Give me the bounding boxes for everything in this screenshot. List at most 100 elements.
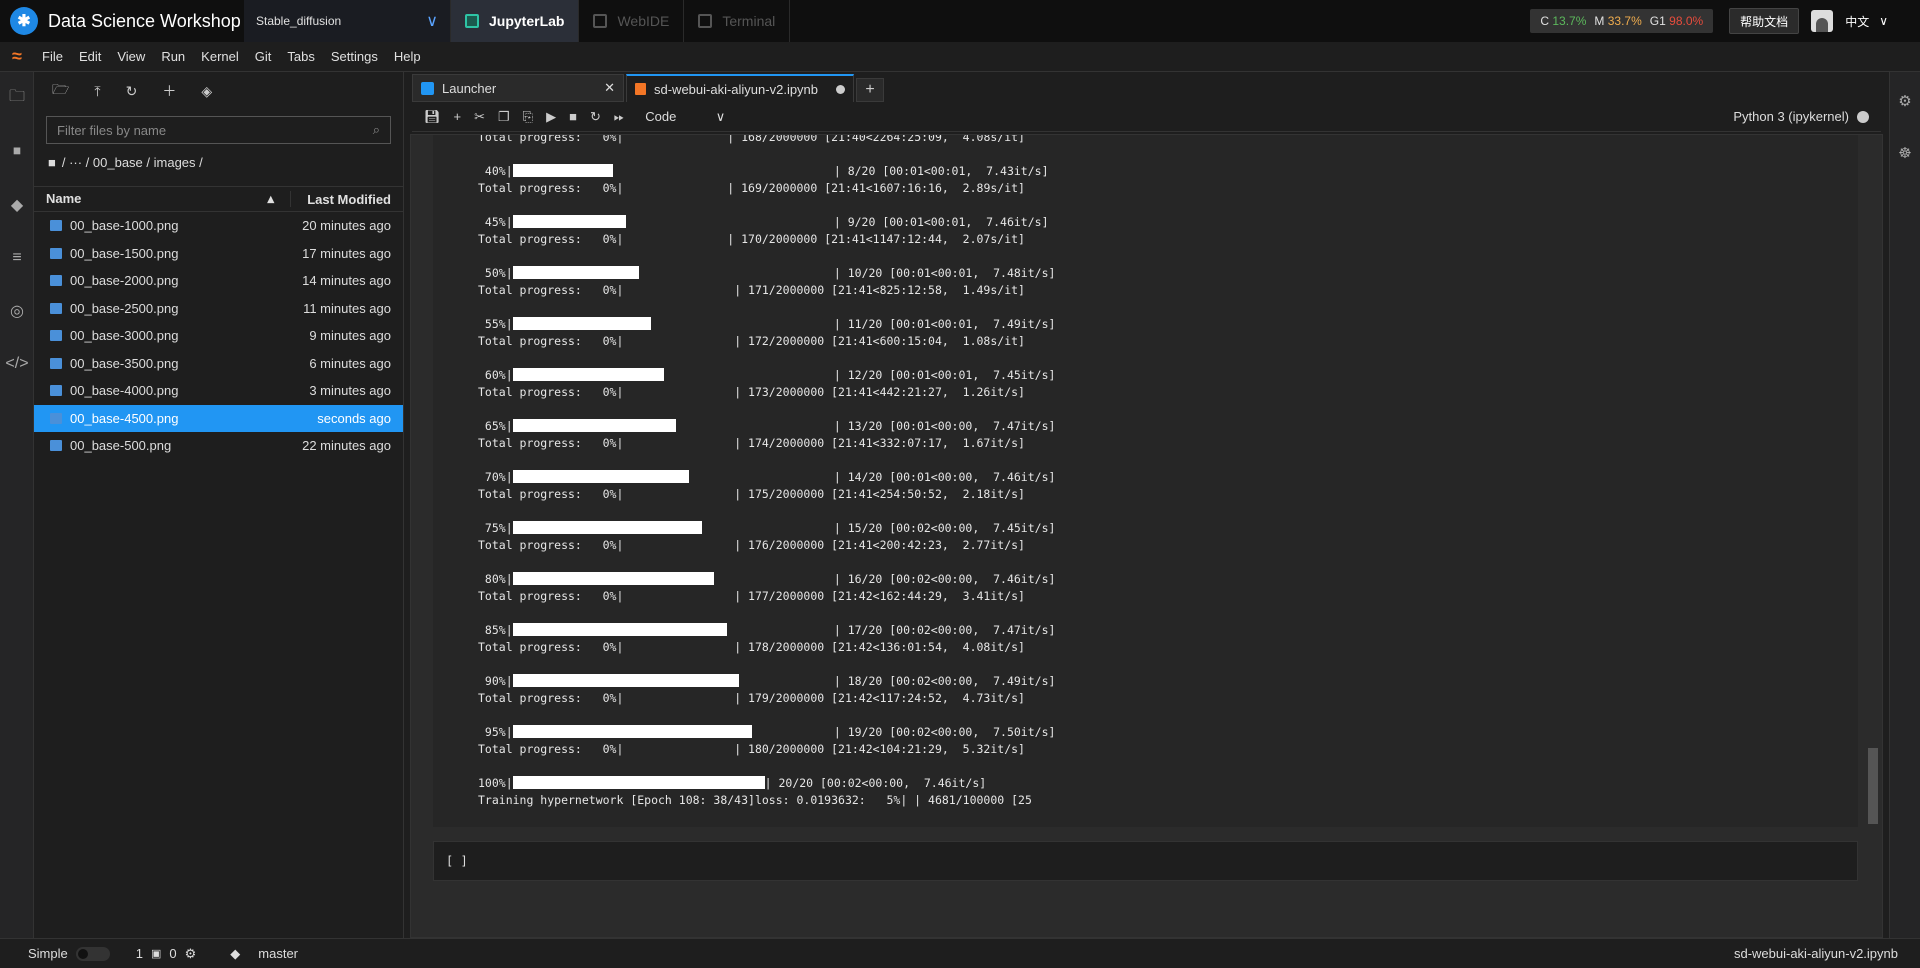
image-file-icon [50, 385, 62, 397]
debugger-icon[interactable]: ☸ [1890, 130, 1920, 176]
output-text: Total progress: 0%| [478, 334, 624, 348]
menu-view[interactable]: View [109, 49, 153, 64]
file-row[interactable]: 00_base-1500.png 17 minutes ago [34, 240, 403, 268]
menu-settings[interactable]: Settings [323, 49, 386, 64]
chevron-down-icon: ∨ [1879, 14, 1888, 28]
terminal-count[interactable]: 1 [136, 946, 143, 961]
new-tab-button[interactable]: + [856, 78, 884, 102]
file-search-input[interactable]: Filter files by name ⌕ [46, 116, 391, 144]
output-text: 80%| [478, 572, 513, 586]
plus-icon[interactable]: ＋ [162, 81, 176, 101]
kernel-indicator[interactable]: Python 3 (ipykernel) [1733, 109, 1869, 124]
output-line: Total progress: 0%| | 180/2000000 [21:42… [478, 741, 1055, 758]
add-cell-icon[interactable]: + [454, 109, 462, 124]
file-row[interactable]: 00_base-2000.png 14 minutes ago [34, 267, 403, 295]
git-clone-icon[interactable]: ◈ [201, 83, 212, 100]
avatar[interactable] [1811, 10, 1834, 32]
list-icon[interactable]: ≡ [0, 231, 34, 284]
output-line: Total progress: 0%| | 178/2000000 [21:42… [478, 639, 1055, 656]
file-row[interactable]: 00_base-2500.png 11 minutes ago [34, 295, 403, 323]
code-icon[interactable]: </> [0, 337, 34, 390]
tab-jupyterlab[interactable]: JupyterLab [451, 0, 580, 42]
refresh-icon[interactable]: ↻ [126, 83, 138, 100]
output-line: Total progress: 0%| | 168/2000000 [21:40… [478, 135, 1055, 146]
progress-bar [512, 776, 765, 789]
run-icon[interactable]: ▶ [546, 109, 556, 125]
tab-launcher[interactable]: Launcher ✕ [412, 74, 624, 102]
cut-icon[interactable]: ✂ [474, 109, 485, 125]
input-cell[interactable]: [ ] [433, 841, 1858, 881]
output-text: | 171/2000000 [21:41<825:12:58, 1.49s/it… [734, 283, 1025, 297]
output-gap [623, 691, 734, 705]
file-row[interactable]: 00_base-3500.png 6 minutes ago [34, 350, 403, 378]
output-line: 75%| | 15/20 [00:02<00:00, 7.45it/s] [478, 520, 1055, 537]
column-name[interactable]: Name ▴ [34, 191, 291, 207]
stop-icon[interactable]: ■ [569, 109, 577, 124]
upload-icon[interactable]: ⤒ [94, 83, 100, 100]
output-line: Total progress: 0%| | 179/2000000 [21:42… [478, 690, 1055, 707]
menu-kernel[interactable]: Kernel [193, 49, 247, 64]
unsaved-dot-icon[interactable] [836, 84, 845, 94]
job-icon[interactable]: ◎ [0, 284, 34, 337]
save-icon[interactable]: 💾︎ [424, 109, 441, 125]
gpu-value: 98.0% [1669, 14, 1704, 28]
environment-select[interactable]: Stable_diffusion ∨ [244, 0, 451, 42]
tab-notebook[interactable]: sd-webui-aki-aliyun-v2.ipynb [626, 74, 854, 102]
new-folder-icon[interactable]: 🗁 [52, 79, 69, 103]
git-branch[interactable]: master [258, 946, 298, 961]
menu-tabs[interactable]: Tabs [279, 49, 322, 64]
fast-forward-icon[interactable]: ⏩︎ [614, 109, 624, 125]
notebook-area: Total progress: 0%| | 168/2000000 [21:40… [410, 134, 1883, 938]
menu-git[interactable]: Git [247, 49, 280, 64]
restart-icon[interactable]: ↻ [590, 109, 601, 125]
output-gap [765, 470, 834, 484]
git-branch-icon: ◆ [230, 945, 241, 961]
scrollbar-thumb[interactable] [1868, 748, 1878, 824]
menu-run[interactable]: Run [153, 49, 193, 64]
file-name: 00_base-1500.png [70, 245, 179, 261]
breadcrumb[interactable]: ■ / ··· / 00_base / images / [34, 144, 403, 180]
image-file-icon [50, 302, 62, 314]
copy-icon[interactable]: ❐ [498, 109, 510, 125]
kernel-status-icon [1857, 110, 1869, 123]
menu-help[interactable]: Help [386, 49, 429, 64]
simple-mode-toggle[interactable] [75, 946, 110, 961]
file-row[interactable]: 00_base-3000.png 9 minutes ago [34, 322, 403, 350]
tab-webide[interactable]: WebIDE [579, 0, 685, 42]
stop-icon[interactable]: ⏹ [0, 125, 34, 178]
output-text: | 174/2000000 [21:41<332:07:17, 1.67it/s… [734, 436, 1025, 450]
column-modified[interactable]: Last Modified [291, 192, 403, 207]
output-text: 100%| [478, 776, 513, 790]
file-row[interactable]: 00_base-500.png 22 minutes ago [34, 432, 403, 460]
help-docs-button[interactable]: 帮助文档 [1729, 8, 1800, 34]
file-row[interactable]: 00_base-1000.png 20 minutes ago [34, 212, 403, 240]
file-modified: 9 minutes ago [309, 328, 391, 344]
output-line: Training hypernetwork [Epoch 108: 38/43]… [478, 792, 1055, 809]
output-gap [623, 181, 727, 195]
file-row[interactable]: 00_base-4000.png 3 minutes ago [34, 377, 403, 405]
paste-icon[interactable]: ⎘ [523, 109, 533, 125]
progress-bar [512, 623, 727, 636]
tab-terminal[interactable]: Terminal [684, 0, 791, 42]
kernel-count[interactable]: 0 [169, 946, 176, 961]
menu-edit[interactable]: Edit [71, 49, 109, 64]
image-file-icon [50, 412, 62, 424]
menu-file[interactable]: File [34, 49, 71, 64]
output-text: | 177/2000000 [21:42<162:44:29, 3.41it/s… [734, 589, 1025, 603]
language-label: 中文 [1845, 14, 1870, 29]
output-line: Total progress: 0%| | 176/2000000 [21:41… [478, 537, 1055, 554]
close-icon[interactable]: ✕ [604, 80, 615, 96]
file-row[interactable]: 00_base-4500.png seconds ago [34, 404, 403, 432]
folder-icon[interactable]: 🗀 [0, 72, 34, 125]
git-icon[interactable]: ◆ [0, 178, 34, 231]
mem-label: M [1594, 14, 1605, 28]
cell-type-select[interactable]: Code ∨ [645, 109, 725, 125]
file-modified: 22 minutes ago [302, 438, 391, 454]
output-line: 95%| | 19/20 [00:02<00:00, 7.50it/s] [478, 724, 1055, 741]
scrollbar[interactable] [1868, 135, 1878, 935]
gear-icon[interactable]: ⚙ [1890, 78, 1920, 124]
language-select[interactable]: 中文 ∨ [1845, 13, 1888, 30]
